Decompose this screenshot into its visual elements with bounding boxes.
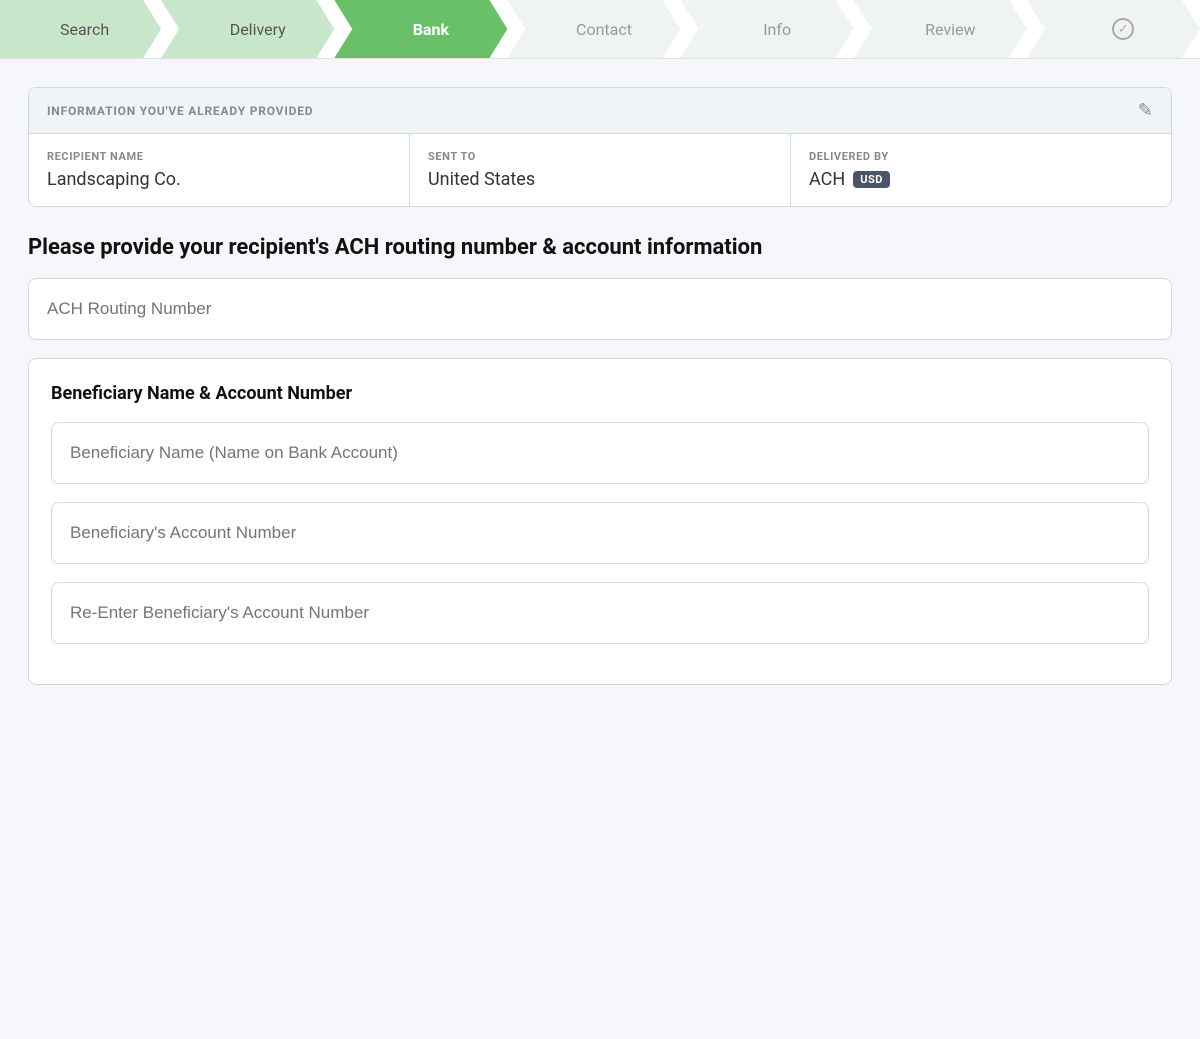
info-cell-2: DELIVERED BY ACH USD	[791, 134, 1171, 206]
beneficiary-card: Beneficiary Name & Account Number	[28, 358, 1172, 685]
step-label-review: Review	[925, 20, 975, 39]
beneficiary-fields	[51, 422, 1149, 662]
page-content: INFORMATION YOU'VE ALREADY PROVIDED ✎ RE…	[0, 59, 1200, 731]
beneficiary-field-2[interactable]	[51, 582, 1149, 644]
step-label-search: Search	[60, 20, 109, 39]
info-cell-value-container-2: ACH USD	[809, 169, 1153, 190]
info-card-header-text: INFORMATION YOU'VE ALREADY PROVIDED	[47, 104, 313, 118]
info-card-header: INFORMATION YOU'VE ALREADY PROVIDED ✎	[29, 88, 1171, 134]
info-cell-value-0: Landscaping Co.	[47, 169, 181, 190]
info-cell-label-0: RECIPIENT NAME	[47, 150, 391, 163]
stepper: Search Delivery Bank Contact Info Review ✓	[0, 0, 1200, 59]
usd-badge: USD	[853, 171, 890, 188]
step-info[interactable]: Info	[681, 0, 854, 58]
step-contact[interactable]: Contact	[507, 0, 680, 58]
step-label-info: Info	[763, 20, 791, 39]
info-cell-value-2: ACH	[809, 169, 845, 190]
info-cell-value-container-1: United States	[428, 169, 772, 190]
step-search[interactable]: Search	[0, 0, 161, 58]
step-label-contact: Contact	[576, 20, 632, 39]
info-cell-value-container-0: Landscaping Co.	[47, 169, 391, 190]
info-cell-1: SENT TO United States	[410, 134, 791, 206]
info-cell-label-1: SENT TO	[428, 150, 772, 163]
step-label-delivery: Delivery	[230, 20, 286, 39]
ach-routing-number-input[interactable]	[28, 278, 1172, 340]
info-card: INFORMATION YOU'VE ALREADY PROVIDED ✎ RE…	[28, 87, 1172, 207]
info-cell-value-1: United States	[428, 169, 535, 190]
info-cell-label-2: DELIVERED BY	[809, 150, 1153, 163]
info-card-body: RECIPIENT NAME Landscaping Co. SENT TO U…	[29, 134, 1171, 206]
step-bank: Bank	[334, 0, 507, 58]
step-review[interactable]: Review	[854, 0, 1027, 58]
step-done-check: ✓	[1112, 18, 1134, 40]
section-heading: Please provide your recipient's ACH rout…	[28, 235, 1172, 260]
beneficiary-field-1[interactable]	[51, 502, 1149, 564]
edit-icon[interactable]: ✎	[1138, 100, 1153, 121]
step-label-bank: Bank	[413, 20, 449, 39]
beneficiary-field-0[interactable]	[51, 422, 1149, 484]
beneficiary-card-title: Beneficiary Name & Account Number	[51, 383, 1149, 404]
step-delivery[interactable]: Delivery	[161, 0, 334, 58]
step-done[interactable]: ✓	[1027, 0, 1200, 58]
info-cell-0: RECIPIENT NAME Landscaping Co.	[29, 134, 410, 206]
